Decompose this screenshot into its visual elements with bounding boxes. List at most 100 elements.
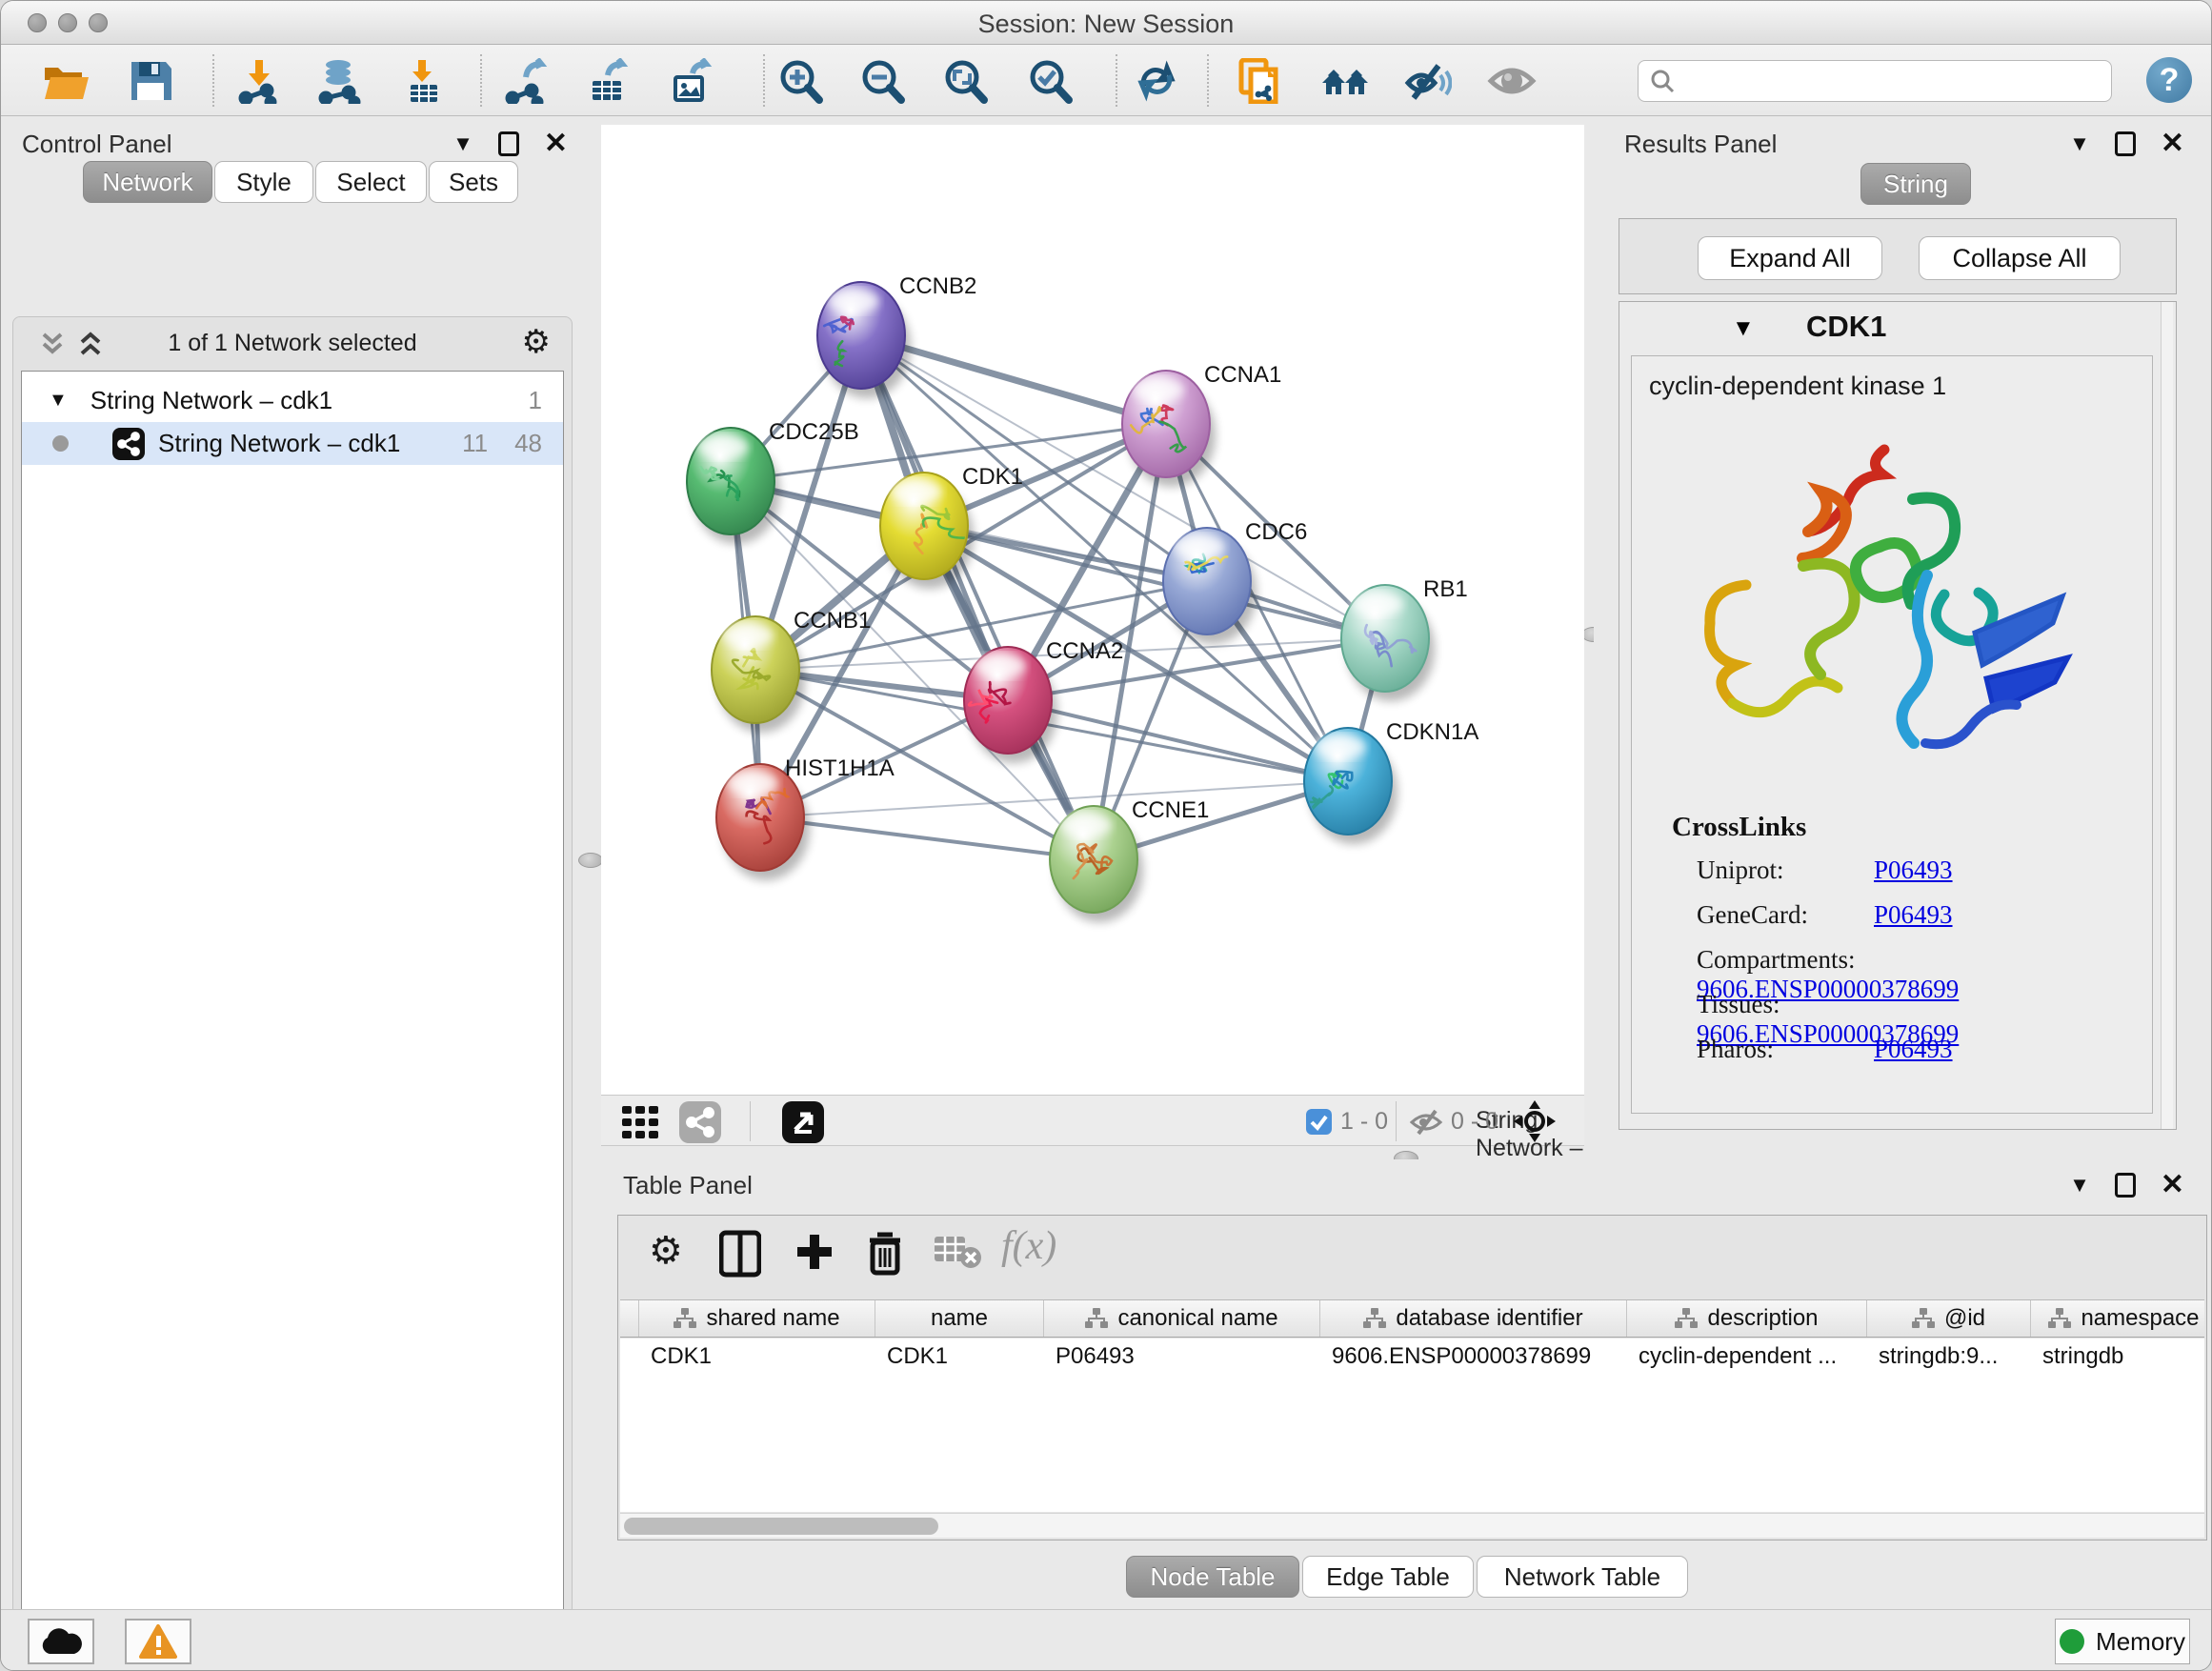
zoom-fit-icon[interactable] bbox=[941, 58, 991, 104]
network-node-cdkn1a[interactable]: CDKN1A bbox=[1300, 719, 1478, 844]
birdseye-navigator-icon[interactable] bbox=[1514, 1100, 1556, 1142]
close-panel-icon[interactable]: ✕ bbox=[2161, 1173, 2184, 1198]
crosslink-link[interactable]: P06493 bbox=[1874, 900, 1953, 929]
table-cell[interactable] bbox=[620, 1339, 639, 1375]
network-node-ccna1[interactable]: CCNA1 bbox=[1122, 362, 1281, 487]
expand-all-button[interactable]: Expand All bbox=[1698, 236, 1882, 280]
table-cell[interactable]: cyclin-dependent ... bbox=[1627, 1339, 1867, 1375]
tab-sets[interactable]: Sets bbox=[429, 161, 518, 203]
open-session-icon[interactable] bbox=[41, 58, 90, 104]
results-scrollbar[interactable] bbox=[2161, 302, 2173, 1129]
delete-column-icon[interactable] bbox=[864, 1229, 906, 1278]
table-cell[interactable]: CDK1 bbox=[639, 1339, 875, 1375]
table-cell[interactable]: stringdb bbox=[2031, 1339, 2212, 1375]
table-options-gear-icon[interactable]: ⚙ bbox=[649, 1229, 683, 1273]
network-node-ccnb2[interactable]: CCNB2 bbox=[817, 273, 976, 398]
entry-collapse-triangle-icon[interactable]: ▼ bbox=[1732, 315, 1755, 342]
table-toolbar: ⚙ f(x) bbox=[618, 1216, 2206, 1294]
zoom-selected-icon[interactable] bbox=[1026, 58, 1076, 104]
panel-menu-icon[interactable]: ▼ bbox=[2069, 131, 2090, 156]
network-node-rb1[interactable]: RB1 bbox=[1341, 576, 1468, 701]
network-node-ccna2[interactable]: CCNA2 bbox=[964, 638, 1123, 763]
zoom-in-icon[interactable] bbox=[776, 58, 826, 104]
hide-details-icon[interactable] bbox=[1402, 58, 1452, 104]
table-cell[interactable]: CDK1 bbox=[875, 1339, 1044, 1375]
refresh-icon[interactable] bbox=[1132, 58, 1181, 104]
tab-style[interactable]: Style bbox=[214, 161, 313, 203]
collapse-triangle-icon[interactable]: ▼ bbox=[49, 390, 68, 412]
delete-table-icon[interactable] bbox=[933, 1229, 982, 1271]
crosslink-label: Uniprot: bbox=[1697, 856, 1874, 885]
help-icon[interactable]: ? bbox=[2146, 57, 2192, 103]
export-image-icon[interactable] bbox=[666, 58, 715, 104]
scrollbar-thumb[interactable] bbox=[624, 1518, 938, 1535]
float-panel-icon[interactable] bbox=[2115, 131, 2136, 156]
table-horizontal-scrollbar[interactable] bbox=[620, 1513, 2204, 1538]
close-panel-icon[interactable]: ✕ bbox=[2161, 131, 2184, 156]
column-header[interactable]: shared name bbox=[639, 1300, 875, 1337]
crosslink-link[interactable]: P06493 bbox=[1874, 856, 1953, 884]
column-header[interactable]: name bbox=[875, 1300, 1044, 1337]
crosslink-link[interactable]: P06493 bbox=[1874, 1035, 1953, 1063]
column-header[interactable]: canonical name bbox=[1044, 1300, 1320, 1337]
panel-menu-icon[interactable]: ▼ bbox=[452, 131, 473, 156]
network-node-ccnb1[interactable]: CCNB1 bbox=[712, 608, 871, 733]
save-session-icon[interactable] bbox=[126, 58, 175, 104]
tab-network-table[interactable]: Network Table bbox=[1477, 1556, 1688, 1598]
result-entry-header[interactable]: ▼ CDK1 bbox=[1623, 306, 2161, 350]
detach-view-icon[interactable] bbox=[782, 1101, 824, 1143]
table-row[interactable]: CDK1CDK1P064939606.ENSP00000378699cyclin… bbox=[620, 1339, 2204, 1375]
network-status-dot-icon bbox=[52, 435, 69, 452]
column-header[interactable] bbox=[620, 1300, 639, 1337]
column-header[interactable]: description bbox=[1627, 1300, 1867, 1337]
export-network-icon[interactable] bbox=[501, 58, 551, 104]
string-home-icon[interactable] bbox=[1320, 58, 1370, 104]
table-cell[interactable]: stringdb:9... bbox=[1867, 1339, 2031, 1375]
left-splitter-handle[interactable] bbox=[578, 853, 603, 868]
tab-network[interactable]: Network bbox=[83, 161, 212, 203]
column-header-label: description bbox=[1707, 1305, 1818, 1332]
close-panel-icon[interactable]: ✕ bbox=[544, 131, 568, 156]
network-collection-row[interactable]: ▼ String Network – cdk1 1 bbox=[22, 379, 563, 422]
table-cell[interactable]: P06493 bbox=[1044, 1339, 1320, 1375]
network-snapshot-icon[interactable] bbox=[1236, 58, 1285, 104]
column-header[interactable]: namespace bbox=[2031, 1300, 2212, 1337]
float-panel-icon[interactable] bbox=[498, 131, 519, 156]
table-cell[interactable]: 9606.ENSP00000378699 bbox=[1320, 1339, 1627, 1375]
grid-view-icon[interactable] bbox=[622, 1106, 662, 1138]
zoom-out-icon[interactable] bbox=[858, 58, 908, 104]
node-table-container: ⚙ f(x) shared namenamecanonical namedata… bbox=[617, 1215, 2207, 1540]
panel-menu-icon[interactable]: ▼ bbox=[2069, 1173, 2090, 1198]
network-row[interactable]: String Network – cdk1 11 48 bbox=[22, 422, 563, 465]
column-mapping-icon bbox=[1912, 1308, 1935, 1329]
float-panel-icon[interactable] bbox=[2115, 1173, 2136, 1198]
export-table-icon[interactable] bbox=[583, 58, 633, 104]
function-builder-icon[interactable]: f(x) bbox=[1001, 1223, 1056, 1269]
selected-checkbox-icon[interactable] bbox=[1306, 1109, 1332, 1135]
warnings-button[interactable] bbox=[125, 1619, 191, 1664]
tab-node-table[interactable]: Node Table bbox=[1126, 1556, 1299, 1598]
cloud-status-button[interactable] bbox=[28, 1619, 94, 1664]
tab-string[interactable]: String bbox=[1860, 163, 1971, 205]
crosslink-row: Tissues:9606.ENSP00000378699 bbox=[1697, 990, 2135, 1035]
crosslink-row: Compartments:9606.ENSP00000378699 bbox=[1697, 945, 2135, 990]
memory-button[interactable]: Memory bbox=[2055, 1619, 2190, 1664]
network-node-hist1h1a[interactable]: HIST1H1A bbox=[716, 755, 895, 880]
import-network-icon[interactable] bbox=[234, 58, 284, 104]
tab-select[interactable]: Select bbox=[315, 161, 427, 203]
show-eye-icon[interactable] bbox=[1487, 58, 1537, 104]
import-table-icon[interactable] bbox=[399, 58, 449, 104]
column-header[interactable]: @id bbox=[1867, 1300, 2031, 1337]
import-database-icon[interactable] bbox=[314, 58, 364, 104]
search-input[interactable] bbox=[1638, 60, 2112, 102]
network-options-gear-icon[interactable]: ⚙ bbox=[522, 323, 551, 361]
show-columns-icon[interactable] bbox=[719, 1229, 761, 1278]
collapse-all-button[interactable]: Collapse All bbox=[1919, 236, 2121, 280]
network-view-icon[interactable] bbox=[679, 1101, 721, 1143]
column-header[interactable]: database identifier bbox=[1320, 1300, 1627, 1337]
add-column-icon[interactable] bbox=[792, 1229, 837, 1278]
network-node-ccne1[interactable]: CCNE1 bbox=[1050, 797, 1209, 922]
network-canvas[interactable]: CCNB2CCNA1CDC25BCDK1CDC6RB1CCNB1CCNA2CDK… bbox=[601, 125, 1584, 1095]
tab-edge-table[interactable]: Edge Table bbox=[1302, 1556, 1474, 1598]
network-node-count: 11 bbox=[462, 429, 488, 458]
